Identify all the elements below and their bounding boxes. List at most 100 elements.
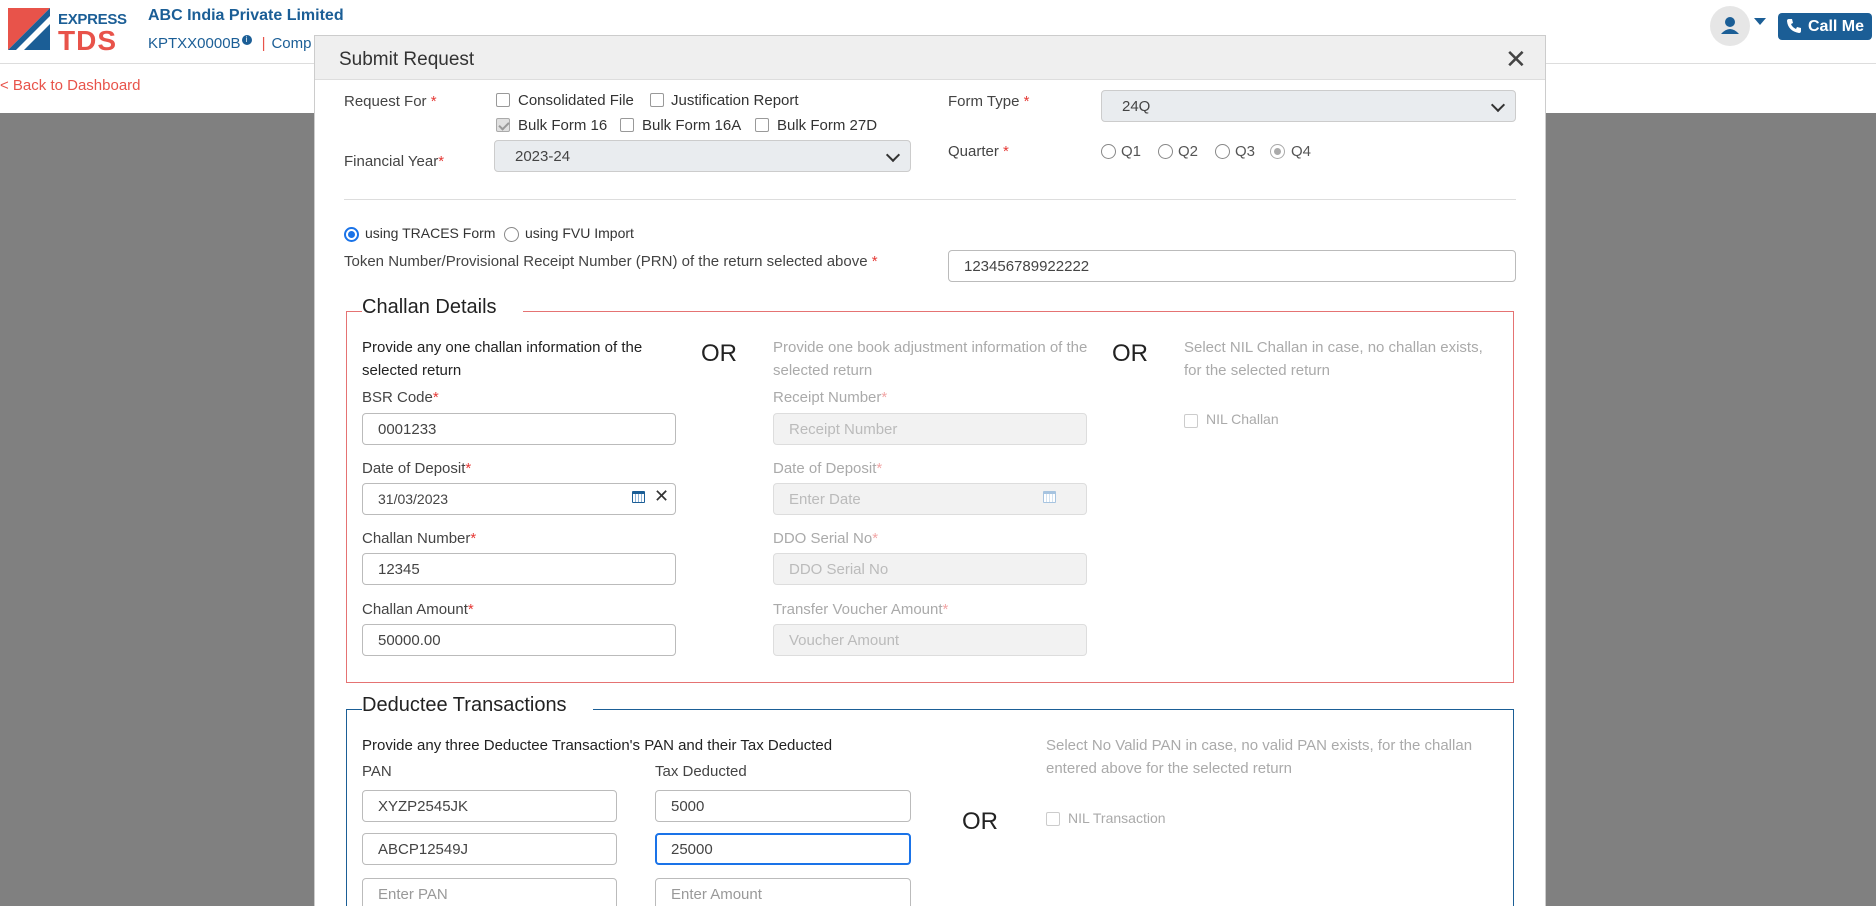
submit-request-modal: Submit Request ✕ Request For * Consolida…	[314, 35, 1546, 906]
consolidated-file-label: Consolidated File	[518, 92, 634, 109]
pan-input-2[interactable]: ABCP12549J	[362, 833, 617, 865]
quarter-q3-radio[interactable]	[1215, 144, 1230, 159]
form-type-text: Form Type	[948, 93, 1024, 110]
challan-col1-intro: Provide any one challan information of t…	[362, 339, 643, 379]
express-tds-logo[interactable]: EXPRESS TDS	[8, 8, 127, 56]
no-valid-pan-intro: Select No Valid PAN in case, no valid PA…	[1046, 737, 1473, 777]
using-fvu-import-radio[interactable]	[504, 227, 519, 242]
using-traces-form-radio[interactable]	[344, 227, 359, 242]
using-fvu-import-label: using FVU Import	[525, 225, 634, 241]
required-mark: *	[876, 460, 883, 477]
date-of-deposit-text: Date of Deposit	[362, 460, 466, 477]
logo-text-tds: TDS	[58, 25, 117, 56]
modal-header: Submit Request ✕	[315, 36, 1545, 80]
challan-number-input[interactable]: 12345	[362, 553, 676, 585]
tax-input-2[interactable]: 25000	[655, 833, 911, 865]
calendar-icon[interactable]	[632, 491, 645, 503]
quarter-q1-radio[interactable]	[1101, 144, 1116, 159]
bsr-code-input[interactable]: 0001233	[362, 413, 676, 445]
required-mark: *	[465, 460, 472, 477]
deductee-intro: Provide any three Deductee Transaction's…	[362, 737, 833, 754]
quarter-q2-label: Q2	[1178, 143, 1199, 160]
challan-amount-label: Challan Amount*	[362, 601, 474, 618]
info-icon[interactable]: i	[241, 35, 252, 45]
nil-challan-checkbox[interactable]	[1184, 414, 1198, 428]
separator: |	[261, 35, 266, 52]
date-of-deposit-label: Date of Deposit*	[362, 460, 471, 477]
deductee-transactions-legend: Deductee Transactions	[362, 694, 593, 717]
request-for-label: Request For *	[344, 93, 437, 110]
required-mark: *	[467, 601, 474, 618]
nil-transaction-checkbox[interactable]	[1046, 812, 1060, 826]
logo-mark-icon	[8, 8, 50, 50]
challan-number-label: Challan Number*	[362, 530, 476, 547]
tax-deducted-header: Tax Deducted	[655, 763, 747, 780]
consolidated-file-checkbox[interactable]	[496, 93, 510, 107]
quarter-q4-radio[interactable]	[1270, 144, 1285, 159]
bulk-form-27d-checkbox[interactable]	[755, 118, 769, 132]
close-icon[interactable]: ✕	[1505, 44, 1527, 75]
or-separator-2: OR	[1112, 340, 1148, 367]
required-mark: *	[1023, 93, 1030, 110]
nil-challan-label: NIL Challan	[1206, 411, 1279, 427]
bulk-form-16-label: Bulk Form 16	[518, 117, 608, 134]
ddo-serial-input[interactable]: DDO Serial No	[773, 553, 1087, 585]
form-type-label: Form Type *	[948, 93, 1029, 110]
required-mark: *	[438, 153, 445, 170]
or-separator-3: OR	[962, 808, 998, 835]
call-me-button[interactable]: Call Me	[1778, 13, 1872, 40]
token-number-input[interactable]: 123456789922222	[948, 250, 1516, 282]
challan-col3-intro: Select NIL Challan in case, no challan e…	[1184, 339, 1483, 379]
request-for-text: Request For	[344, 93, 431, 110]
clear-date-icon[interactable]: ✕	[654, 486, 669, 507]
chevron-down-icon[interactable]	[1754, 18, 1766, 25]
ddo-serial-label: DDO Serial No*	[773, 530, 878, 547]
financial-year-select[interactable]: 2023-24	[494, 140, 911, 172]
date-of-deposit-2-text: Date of Deposit	[773, 460, 877, 477]
quarter-label: Quarter *	[948, 143, 1009, 160]
call-me-label: Call Me	[1808, 18, 1865, 35]
tax-input-1[interactable]: 5000	[655, 790, 911, 822]
pan-header: PAN	[362, 763, 392, 780]
user-icon	[1721, 17, 1739, 34]
calendar-icon[interactable]	[1043, 491, 1056, 503]
bulk-form-27d-label: Bulk Form 27D	[777, 117, 878, 134]
bulk-form-16a-checkbox[interactable]	[620, 118, 634, 132]
ddo-serial-text: DDO Serial No	[773, 530, 873, 547]
token-number-text: Token Number/Provisional Receipt Number …	[344, 253, 872, 270]
back-to-dashboard-link[interactable]: < Back to Dashboard	[0, 77, 141, 94]
tan-line: KPTXX0000B i | Comp	[148, 35, 311, 52]
using-traces-form-label: using TRACES Form	[365, 225, 496, 241]
required-mark: *	[942, 601, 949, 618]
challan-number-text: Challan Number	[362, 530, 471, 547]
form-type-select[interactable]: 24Q	[1101, 90, 1516, 122]
quarter-q2-radio[interactable]	[1158, 144, 1173, 159]
bulk-form-16a-label: Bulk Form 16A	[642, 117, 742, 134]
transfer-voucher-input[interactable]: Voucher Amount	[773, 624, 1087, 656]
financial-year-text: Financial Year	[344, 153, 439, 170]
pan-input-3[interactable]: Enter PAN	[362, 878, 617, 906]
bsr-code-text: BSR Code	[362, 389, 433, 406]
or-separator-1: OR	[701, 340, 737, 367]
user-menu-button[interactable]	[1710, 6, 1750, 46]
justification-report-label: Justification Report	[671, 92, 799, 109]
receipt-number-label: Receipt Number*	[773, 389, 887, 406]
company-link[interactable]: Comp	[271, 35, 311, 52]
transfer-voucher-label: Transfer Voucher Amount*	[773, 601, 948, 618]
divider	[344, 199, 1516, 200]
quarter-q3-label: Q3	[1235, 143, 1256, 160]
quarter-q4-label: Q4	[1291, 143, 1312, 160]
tax-input-3[interactable]: Enter Amount	[655, 878, 911, 906]
challan-amount-input[interactable]: 50000.00	[362, 624, 676, 656]
justification-report-checkbox[interactable]	[650, 93, 664, 107]
required-mark: *	[430, 93, 437, 110]
bulk-form-16-checkbox[interactable]	[496, 118, 510, 132]
receipt-number-input[interactable]: Receipt Number	[773, 413, 1087, 445]
date-of-deposit-2-input[interactable]: Enter Date	[773, 483, 1087, 515]
challan-amount-text: Challan Amount	[362, 601, 468, 618]
pan-input-1[interactable]: XYZP2545JK	[362, 790, 617, 822]
quarter-q1-label: Q1	[1121, 143, 1142, 160]
required-mark: *	[432, 389, 439, 406]
token-number-label: Token Number/Provisional Receipt Number …	[344, 253, 878, 270]
date-of-deposit-input[interactable]: 31/03/2023	[362, 483, 676, 515]
